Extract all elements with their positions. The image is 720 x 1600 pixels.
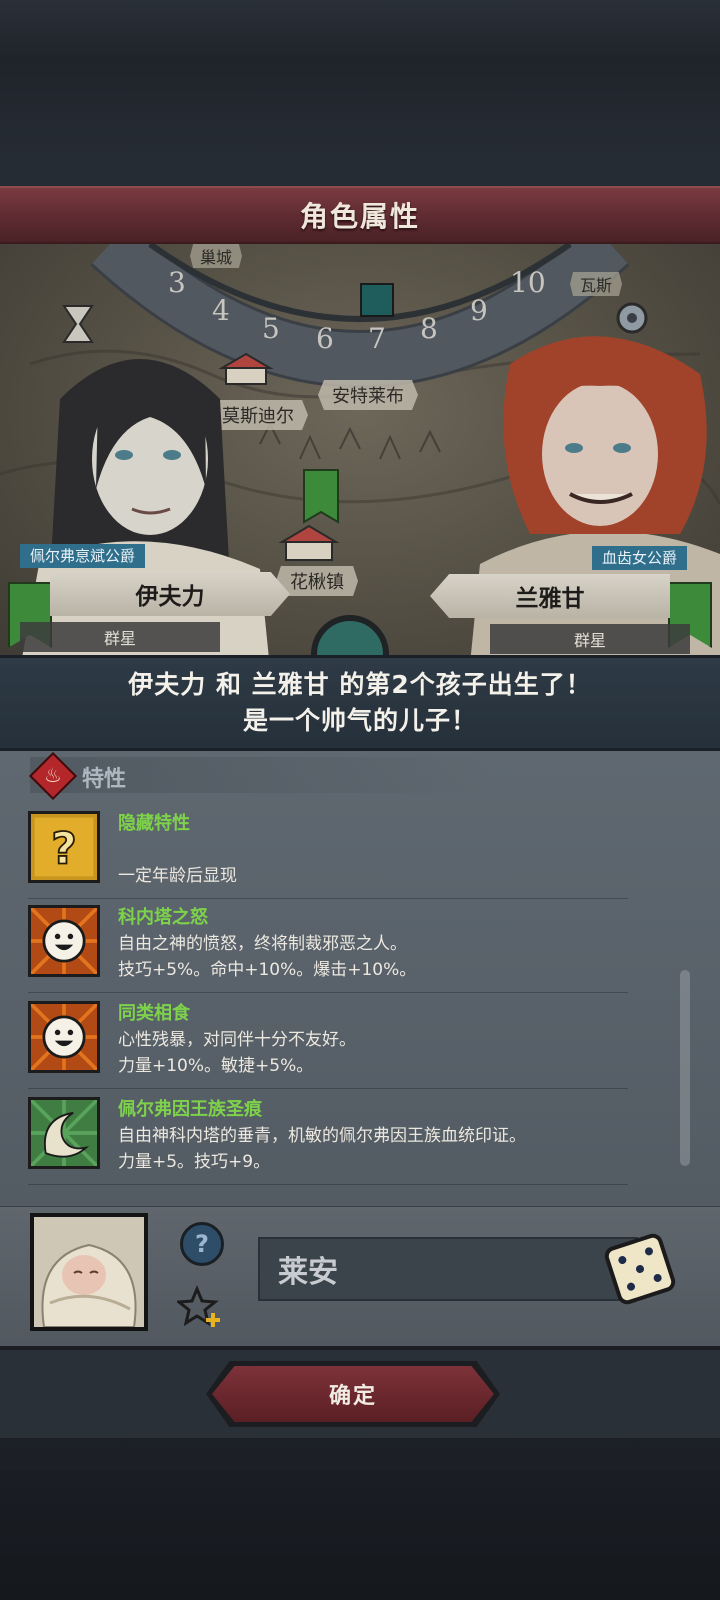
- page-title: 角色属性: [299, 200, 420, 233]
- trait-effect: 一定年龄后显现: [118, 866, 237, 886]
- dice-icon[interactable]: [602, 1231, 678, 1307]
- map-label-top-right: 瓦斯: [570, 272, 623, 296]
- trait-name: 佩尔弗因王族圣痕: [118, 1099, 262, 1120]
- title-band: 角色属性: [0, 186, 720, 244]
- trait-item[interactable]: 同类相食 心性残暴，对同伴十分不友好。 力量+10%。敏捷+5%。: [28, 997, 628, 1089]
- trait-name: 科内塔之怒: [118, 907, 208, 928]
- trait-item[interactable]: 佩尔弗因王族圣痕 自由神科内塔的垂青，机敏的佩尔弗因王族血统印证。 力量+5。技…: [28, 1093, 628, 1185]
- trait-description: 自由神科内塔的垂青，机敏的佩尔弗因王族血统印证。: [118, 1126, 526, 1146]
- trait-name: 隐藏特性: [118, 813, 190, 834]
- child-name-input[interactable]: [278, 1251, 636, 1287]
- baby-portrait[interactable]: [30, 1213, 148, 1331]
- trait-description: 心性残暴，对同伴十分不友好。: [118, 1030, 356, 1050]
- wheel-number: 4: [212, 294, 230, 327]
- traits-scrollbar[interactable]: [680, 970, 690, 1166]
- mother-title: 血齿女公爵: [602, 549, 678, 567]
- birth-announcement: 伊夫力 和 兰雅甘 的第2个孩子出生了！ 是一个帅气的儿子！: [0, 655, 720, 751]
- announcement-line-2: 是一个帅气的儿子！: [242, 706, 477, 735]
- map-label-center: 安特莱布: [318, 380, 418, 410]
- father-title-tag: 佩尔弗恴斌公爵: [20, 544, 146, 568]
- question-mark-icon: ?: [195, 1230, 209, 1258]
- child-name-field[interactable]: [258, 1237, 638, 1301]
- trait-effect: 技巧+5%。命中+10%。爆击+10%。: [118, 960, 417, 980]
- smiling-face-icon: [28, 1001, 100, 1073]
- child-naming-panel: ?: [0, 1206, 720, 1346]
- help-button[interactable]: ?: [180, 1222, 224, 1266]
- wheel-number: 3: [168, 266, 186, 299]
- wheel-number: 7: [368, 322, 386, 355]
- trait-effect: 力量+5。技巧+9。: [118, 1152, 271, 1172]
- wheel-number: 8: [420, 312, 438, 345]
- wheel-number: 6: [316, 322, 334, 355]
- footer: 确定: [0, 1346, 720, 1438]
- traits-header-label: 特性: [82, 767, 127, 792]
- father-name-plate[interactable]: 伊夫力: [50, 572, 290, 616]
- announcement-line-1: 伊夫力 和 兰雅甘 的第2个孩子出生了！: [128, 670, 592, 699]
- mother-subtitle-plate: 群星: [490, 624, 690, 654]
- father-subtitle: 群星: [103, 629, 136, 648]
- smiling-face-icon: [28, 905, 100, 977]
- mother-name-plate[interactable]: 兰雅甘: [430, 574, 670, 618]
- flame-icon: ♨: [44, 763, 62, 787]
- parents-scene: 巢城 瓦斯 安特莱布 莫斯迪尔 花楸镇 3 4 5 6 7 8 9 10 佩尔弗…: [0, 244, 720, 664]
- mother-subtitle: 群星: [573, 631, 606, 650]
- map-label-bottom: 花楸镇: [276, 566, 358, 596]
- star-plus-icon[interactable]: [177, 1283, 225, 1331]
- father-name: 伊夫力: [135, 584, 205, 610]
- traits-header: ♨ 特性: [28, 751, 490, 801]
- wheel-number: 9: [470, 294, 488, 327]
- trait-description: 自由之神的愤怒，终将制裁邪恶之人。: [118, 934, 407, 954]
- father-title: 佩尔弗恴斌公爵: [30, 547, 136, 565]
- trait-item[interactable]: ? 隐藏特性 一定年龄后显现: [28, 807, 628, 899]
- mother-name: 兰雅甘: [515, 586, 585, 612]
- traits-panel[interactable]: ♨ 特性 ? 隐藏特性 一定年龄后显现 科内塔之怒 自由之神的愤怒，终将制裁邪恶…: [0, 751, 720, 1206]
- trait-effect: 力量+10%。敏捷+5%。: [118, 1056, 314, 1076]
- father-subtitle-plate: 群星: [20, 622, 220, 652]
- mother-title-tag: 血齿女公爵: [592, 546, 688, 570]
- confirm-button[interactable]: 确定: [212, 1366, 494, 1422]
- wheel-number: 10: [510, 266, 546, 299]
- feather-swirl-icon: [28, 1097, 100, 1169]
- svg-text:?: ?: [51, 824, 77, 875]
- question-mark-icon: ?: [28, 811, 100, 883]
- backdrop-bottom: [0, 1470, 720, 1600]
- trait-item[interactable]: 科内塔之怒 自由之神的愤怒，终将制裁邪恶之人。 技巧+5%。命中+10%。爆击+…: [28, 901, 628, 993]
- trait-name: 同类相食: [118, 1003, 190, 1024]
- map-label-top-left: 巢城: [190, 244, 243, 268]
